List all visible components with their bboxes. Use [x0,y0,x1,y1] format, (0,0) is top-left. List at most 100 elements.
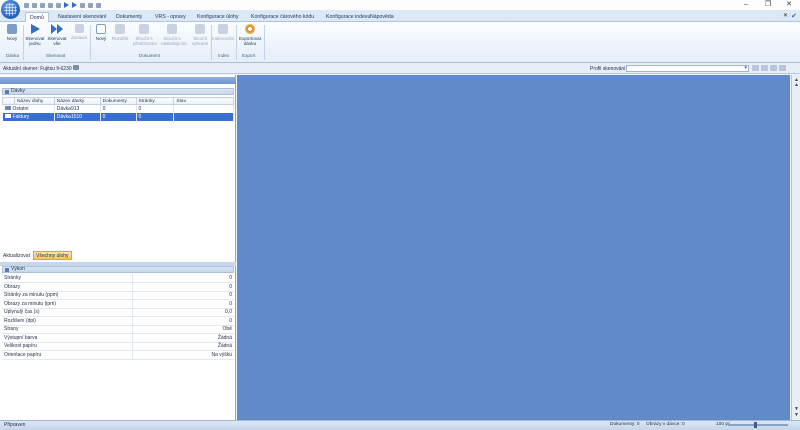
column-header-job[interactable]: Název úlohy [13,97,55,105]
group-label-document: Dokument [139,53,160,58]
maximize-button[interactable]: ❐ [757,0,779,10]
performance-row: Strany Obě [2,325,234,334]
fast-forward-icon [51,24,63,34]
tab-job-config[interactable]: Konfigurace úlohy [197,12,239,22]
split-icon [115,24,125,34]
panel-header [0,77,236,84]
tab-scan-settings[interactable]: Nastavení skenování [58,12,106,22]
batch-name: Dávka913 [54,104,101,113]
tab-vrs[interactable]: VRS - opravy [155,12,186,22]
column-header-icon[interactable] [2,97,15,105]
close-icon[interactable]: ✕ [783,12,788,19]
jobs-icon [5,90,9,94]
performance-value: 0 [132,316,234,326]
refresh-link[interactable]: Aktualizovat [3,253,30,259]
redo-icon[interactable] [56,2,61,8]
merge-previous-button[interactable]: Sloučit s předchozím [133,24,157,46]
indexing-icon [218,24,228,34]
performance-icon [5,268,9,272]
split-button[interactable]: Rozdělit [109,24,131,41]
group-label-index: Index [218,53,230,58]
indexing-button[interactable]: Indexování [212,24,234,41]
profile-add-icon[interactable] [752,65,759,71]
image-viewer[interactable] [237,75,790,420]
column-header-documents[interactable]: Dokumenty [99,97,137,105]
tab-help[interactable]: Nápověda [370,12,394,22]
performance-table: Stránky 0 Obrazy 0 Stránky za minutu (ppm) 0 O… [2,274,234,360]
export-job-button[interactable]: Exportovat dávku [237,24,263,46]
check-icon[interactable]: ✔ [791,12,797,20]
performance-key: Obrazy [2,282,133,292]
profile-settings-icon[interactable] [779,65,786,71]
pages-count: 0 [136,112,175,121]
new-icon[interactable] [24,2,29,8]
app-logo-icon[interactable] [1,0,20,19]
close-button[interactable]: ✕ [778,0,800,10]
scan-profile-label: Profil skenování: [590,66,627,72]
table-row[interactable]: Faktury Dávka1510 0 0 [2,112,234,121]
minimize-button[interactable]: – [735,0,757,10]
performance-value: Na výšku [132,350,234,360]
merge-selected-icon [195,24,205,34]
scan-one-button[interactable]: Skenovat jednu [24,24,46,46]
performance-value: 0,0 [132,308,234,317]
undo-icon[interactable] [48,2,53,8]
job-state [173,112,234,121]
zoom-slider[interactable] [728,424,788,426]
scroll-down-icon[interactable]: ▼ [794,412,799,418]
column-header-state[interactable]: Stav [173,97,234,105]
stop-button[interactable]: Zastavit [68,24,90,40]
jobs-table: Název úlohy Název dávky Dokumenty Stránk… [2,97,234,121]
tab-barcode-config[interactable]: Konfigurace čárového kódu [251,12,314,22]
tab-documents[interactable]: Dokumenty [116,12,142,22]
tab-index-config[interactable]: Konfigurace indexu [326,12,370,22]
export-icon [245,24,255,34]
group-label-export: Export [242,53,256,58]
performance-value: 0 [132,291,234,300]
performance-key: Orientace papíru [2,350,133,360]
zoom-slider-handle[interactable] [754,422,757,428]
jobs-header-row: Název úlohy Název dávky Dokumenty Stránk… [2,97,234,105]
viewer-scrollbar[interactable]: ▲ ▲ ▼ ▼ [791,75,800,420]
documents-count: 0 [100,112,137,121]
dropdown-icon[interactable] [96,2,101,8]
performance-row: Výstupní barva Žádná [2,333,234,343]
performance-row: Uplynulý čas (s) 0,0 [2,308,234,317]
documents-count: 0 [100,104,137,113]
merge-selected-button[interactable]: Sloučit vybrané [189,24,211,46]
column-header-pages[interactable]: Stránky [135,97,175,105]
left-panel: Dávky [0,75,236,420]
scan-all-icon[interactable] [72,2,77,8]
new-job-button[interactable]: Nový [1,24,23,41]
merge-next-button[interactable]: Sloučit s následujícím [161,24,187,46]
scan-all-button[interactable]: Skenovat vše [46,24,68,46]
quick-access-toolbar [24,2,101,8]
performance-value: Žádná [132,333,234,343]
performance-value: Obě [132,325,234,334]
profile-edit-icon[interactable] [761,65,768,71]
print-icon[interactable] [88,2,93,8]
performance-key: Uplynulý čas (s) [2,308,133,317]
scan-profile-select[interactable] [626,65,749,72]
job-icon [4,106,11,111]
scanner-settings-icon[interactable] [73,65,79,70]
title-bar [0,0,800,10]
play-icon [30,24,40,34]
performance-key: Obrazy za minutu (ipm) [2,299,133,309]
group-separator [264,25,265,60]
current-scanner-label: Aktuální skener: Fujitsu fi-6230 [3,66,72,72]
profile-delete-icon[interactable] [770,65,777,71]
performance-key: Velikost papíru [2,342,133,351]
open-icon[interactable] [32,2,37,8]
column-header-batch[interactable]: Název dávky [53,97,101,105]
images-count-status: Obrazy v dávce: 0 [646,422,685,427]
performance-value: 0 [132,299,234,309]
stop-icon[interactable] [80,2,85,8]
save-icon[interactable] [40,2,45,8]
all-jobs-filter[interactable]: Všechny úlohy [33,251,72,260]
batch-name: Dávka1510 [54,112,101,121]
scan-one-icon[interactable] [64,2,69,8]
scroll-up-page-icon[interactable]: ▲ [794,82,799,88]
performance-key: Rozlišení (dpi) [2,316,133,326]
table-row[interactable]: Ostatní Dávka913 0 0 [2,104,234,113]
